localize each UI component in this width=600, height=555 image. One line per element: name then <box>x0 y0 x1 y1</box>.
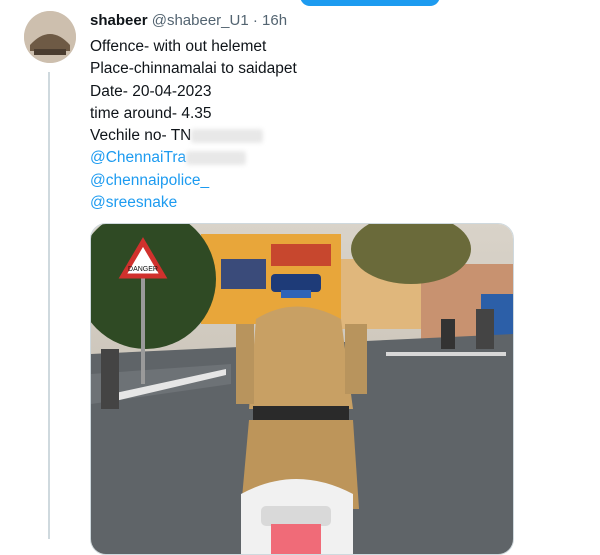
photo-scene: DANGER <box>91 224 513 554</box>
text-line-place: Place-chinnamalai to saidapet <box>90 60 297 78</box>
avatar-image <box>24 11 76 63</box>
vehicle-label: Vechile no- TN <box>90 127 192 145</box>
text-line-date: Date- 20-04-2023 <box>90 82 212 100</box>
mention-sreesnake[interactable]: @sreesnake <box>90 192 297 214</box>
tweet-time[interactable]: 16h <box>262 12 287 29</box>
redacted-plate <box>191 129 264 144</box>
top-blue-button[interactable] <box>300 0 440 6</box>
tweet-header: shabeer @shabeer_U1 · 16h <box>90 12 287 29</box>
text-line-time: time around- 4.35 <box>90 104 212 122</box>
sign-text: DANGER <box>128 266 158 273</box>
display-name[interactable]: shabeer <box>90 12 148 29</box>
avatar[interactable] <box>24 11 76 63</box>
mention-chennai-police[interactable]: @chennaipolice_ <box>90 170 297 192</box>
tweet-text: Offence- with out helemet Place-chinnama… <box>90 36 297 214</box>
mention-chennai-traffic[interactable]: @ChennaiTra <box>90 147 297 169</box>
user-handle[interactable]: @shabeer_U1 <box>152 12 249 29</box>
text-line-offence: Offence- with out helemet <box>90 38 267 55</box>
separator-dot: · <box>252 12 258 29</box>
text-line-vehicle: Vechile no- TN <box>90 125 297 147</box>
mention-link[interactable]: @ChennaiTra <box>90 149 186 166</box>
tweet-photo[interactable]: DANGER <box>90 223 514 555</box>
thread-line <box>48 72 50 539</box>
redacted-mention <box>186 151 247 166</box>
